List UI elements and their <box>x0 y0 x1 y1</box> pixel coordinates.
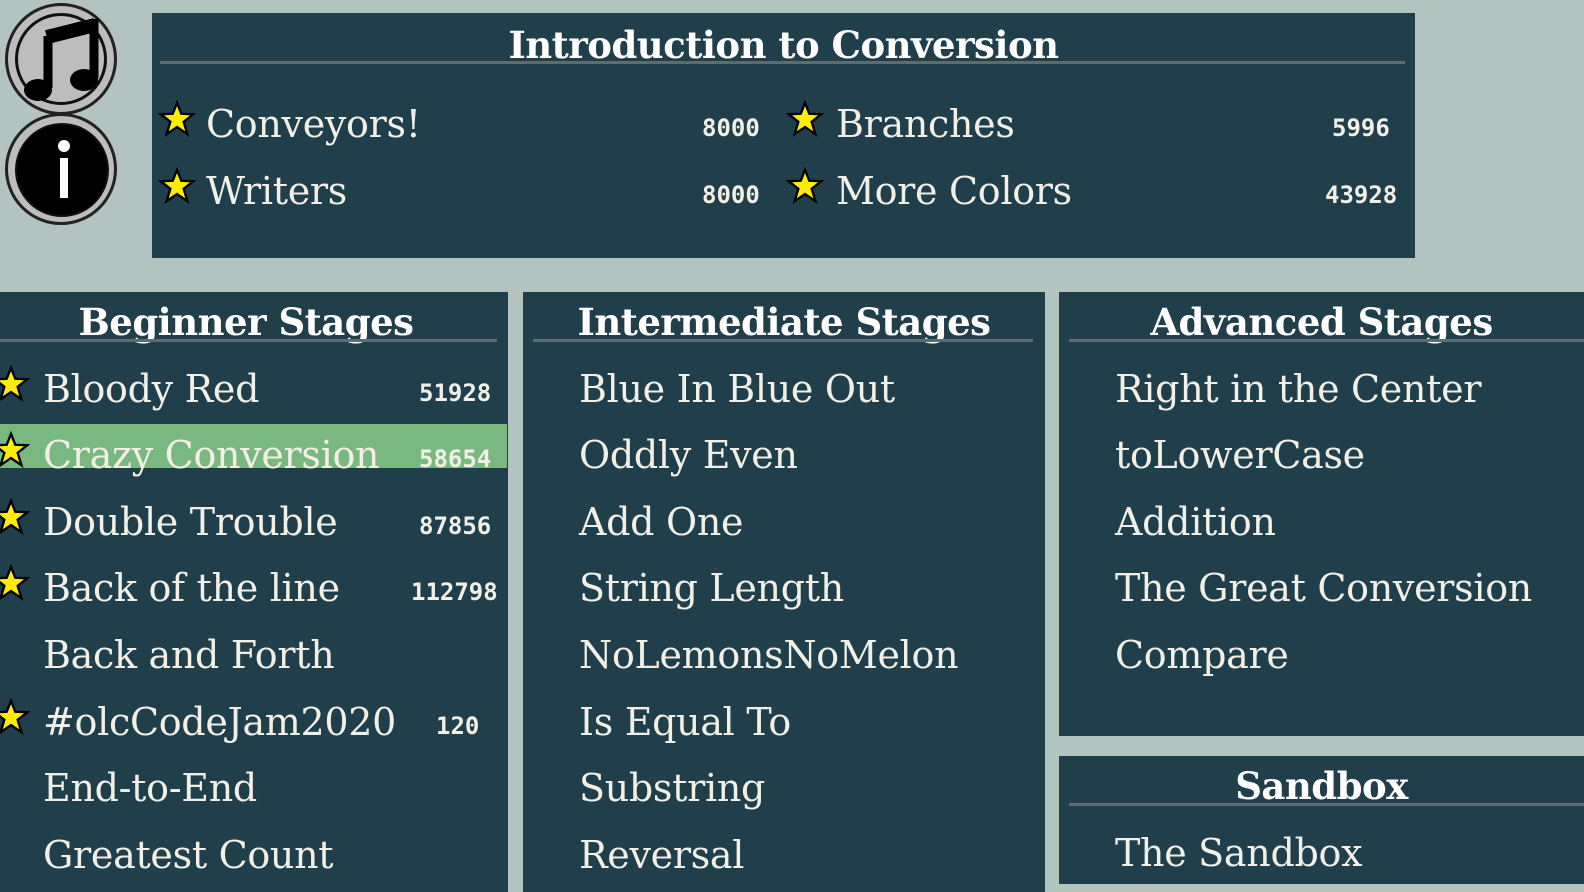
info-icon <box>15 123 109 217</box>
beginner-divider <box>0 339 497 342</box>
beginner-panel: Beginner Stages Bloody Red 51928 Crazy C… <box>0 292 508 892</box>
level-name: Blue In Blue Out <box>579 367 895 411</box>
level-item[interactable]: The Sandbox <box>1059 830 1584 876</box>
level-score: 8000 <box>702 114 760 142</box>
level-item[interactable]: End-to-End <box>0 765 508 811</box>
level-score: 51928 <box>419 379 492 407</box>
star-icon <box>158 166 196 205</box>
level-name: Compare <box>1115 633 1289 677</box>
level-item[interactable]: Add One <box>523 499 1045 545</box>
level-item[interactable]: Writers 8000 <box>152 166 777 214</box>
level-name: The Sandbox <box>1115 831 1363 875</box>
level-name: Is Equal To <box>579 700 791 744</box>
star-icon <box>0 364 30 403</box>
level-name: Double Trouble <box>43 500 338 544</box>
level-item[interactable]: Blue In Blue Out <box>523 366 1045 412</box>
level-item[interactable]: More Colors 43928 <box>782 166 1412 214</box>
level-score: 58654 <box>419 445 492 473</box>
level-item[interactable]: #olcCodeJam2020 120 <box>0 697 508 745</box>
level-score: 43928 <box>1325 181 1398 209</box>
level-item[interactable]: Greatest Count <box>0 832 508 878</box>
level-name: Crazy Conversion <box>43 433 380 477</box>
level-name: Addition <box>1115 500 1276 544</box>
level-name: toLowerCase <box>1115 433 1365 477</box>
level-name: Bloody Red <box>43 367 260 411</box>
intermediate-divider <box>533 339 1033 342</box>
sandbox-divider <box>1069 803 1584 806</box>
intro-panel: Introduction to Conversion Conveyors! 80… <box>152 13 1415 258</box>
level-name: More Colors <box>836 169 1072 213</box>
level-name: Conveyors! <box>206 102 421 146</box>
star-icon <box>158 99 196 138</box>
level-name: #olcCodeJam2020 <box>43 700 397 744</box>
level-score: 8000 <box>702 181 760 209</box>
level-item[interactable]: Reversal <box>523 832 1045 878</box>
level-name: The Great Conversion <box>1115 566 1532 610</box>
level-item[interactable]: Conveyors! 8000 <box>152 99 777 147</box>
level-item[interactable]: Double Trouble 87856 <box>0 497 508 545</box>
star-icon <box>0 697 30 736</box>
level-name: NoLemonsNoMelon <box>579 633 959 677</box>
level-item[interactable]: Oddly Even <box>523 432 1045 478</box>
level-item[interactable]: NoLemonsNoMelon <box>523 632 1045 678</box>
level-name: Add One <box>579 500 744 544</box>
star-icon <box>0 430 30 469</box>
level-item[interactable]: Substring <box>523 765 1045 811</box>
star-icon <box>0 497 30 536</box>
level-name: Substring <box>579 766 766 810</box>
level-name: Back of the line <box>43 566 340 610</box>
level-name: Greatest Count <box>43 833 334 877</box>
level-item[interactable]: Right in the Center <box>1059 366 1584 412</box>
level-item[interactable]: Branches 5996 <box>782 99 1412 147</box>
star-icon <box>786 166 824 205</box>
level-name: Reversal <box>579 833 745 877</box>
level-score: 120 <box>436 712 480 740</box>
advanced-panel: Advanced Stages Right in the Center toLo… <box>1059 292 1584 736</box>
intermediate-panel: Intermediate Stages Blue In Blue Out Odd… <box>523 292 1045 892</box>
level-score: 5996 <box>1332 114 1390 142</box>
info-button[interactable] <box>5 113 117 225</box>
level-item[interactable]: The Great Conversion <box>1059 565 1584 611</box>
level-name: Right in the Center <box>1115 367 1482 411</box>
level-score: 112798 <box>411 578 498 606</box>
level-name: End-to-End <box>43 766 257 810</box>
level-item[interactable]: Back and Forth <box>0 632 508 678</box>
sandbox-panel: Sandbox The Sandbox <box>1059 756 1584 884</box>
level-item[interactable]: Back of the line 112798 <box>0 563 508 611</box>
music-button[interactable] <box>5 3 117 115</box>
level-score: 87856 <box>419 512 492 540</box>
level-name: Branches <box>836 102 1015 146</box>
level-item-selected[interactable]: Crazy Conversion 58654 <box>0 422 508 477</box>
level-item[interactable]: String Length <box>523 565 1045 611</box>
intro-divider <box>160 61 1405 64</box>
intro-title: Introduction to Conversion <box>508 23 1059 67</box>
level-name: Writers <box>206 169 347 213</box>
level-item[interactable]: toLowerCase <box>1059 432 1584 478</box>
level-item[interactable]: Is Equal To <box>523 699 1045 745</box>
music-note-icon <box>24 18 99 101</box>
level-item[interactable]: Addition <box>1059 499 1584 545</box>
level-name: String Length <box>579 566 844 610</box>
level-item[interactable]: Compare <box>1059 632 1584 678</box>
level-name: Back and Forth <box>43 633 335 677</box>
star-icon <box>0 563 30 602</box>
level-item[interactable]: Bloody Red 51928 <box>0 364 508 412</box>
level-name: Oddly Even <box>579 433 798 477</box>
star-icon <box>786 99 824 138</box>
advanced-divider <box>1069 339 1584 342</box>
